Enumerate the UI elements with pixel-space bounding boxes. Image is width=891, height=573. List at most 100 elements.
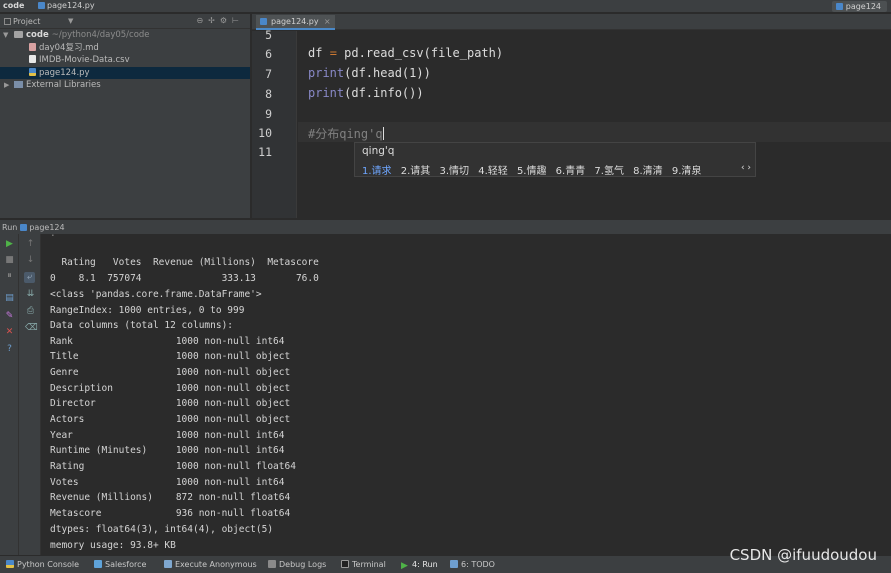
tree-item-label: page124.py xyxy=(39,67,90,78)
ime-candidate[interactable]: 5.情趣 xyxy=(517,166,547,177)
tool-label: Terminal xyxy=(352,560,386,569)
ime-candidate[interactable]: 8.清清 xyxy=(633,166,663,177)
tool-label: Debug Logs xyxy=(279,560,327,569)
tree-item-csv-file[interactable]: IMDB-Movie-Data.csv xyxy=(0,54,250,67)
run-label: Run xyxy=(2,223,18,232)
line-number: 10 xyxy=(258,126,272,140)
scroll-to-end-icon[interactable]: ⇊ xyxy=(25,289,36,300)
python-file-icon xyxy=(20,224,28,231)
chevron-down-icon[interactable]: ▼ xyxy=(68,17,73,25)
line-number: 5 xyxy=(265,28,272,42)
tree-item-path: ~/python4/day05/code xyxy=(51,30,150,40)
pin-tab-icon[interactable]: ✎ xyxy=(4,311,15,322)
ime-candidate[interactable]: 2.请其 xyxy=(401,166,431,177)
tool-salesforce[interactable]: Salesforce xyxy=(94,560,146,569)
project-toolbar: ⊖✢⚙⊢ xyxy=(196,16,244,25)
code-line: df = pd.read_csv(file_path) xyxy=(308,46,504,60)
tool-label: Execute Anonymous xyxy=(175,560,257,569)
expand-arrow-icon[interactable]: ▼ xyxy=(3,29,8,42)
breadcrumb-file-label: page124.py xyxy=(47,1,95,10)
console-line: 0 8.1 757074 333.13 76.0 xyxy=(50,273,319,284)
tool-label: Salesforce xyxy=(105,560,147,569)
tree-item-code-folder[interactable]: ▼ code ~/python4/day05/code xyxy=(0,29,250,42)
ime-candidate[interactable]: 1.请求 xyxy=(362,166,392,177)
run-console-output[interactable]: . Rating Votes Revenue (Millions) Metasc… xyxy=(41,234,891,555)
clear-all-icon[interactable]: ⌫ xyxy=(25,323,38,334)
code-line: #分布qing'q xyxy=(308,127,384,141)
expand-arrow-icon[interactable]: ▶ xyxy=(4,79,9,92)
console-line: Year 1000 non-null int64 xyxy=(50,430,285,441)
run-tab[interactable]: Run page124 xyxy=(2,223,65,232)
line-number: 7 xyxy=(265,67,272,81)
project-panel-title: Project xyxy=(13,17,41,26)
python-file-icon xyxy=(835,3,843,10)
scroll-down-icon[interactable]: ↓ xyxy=(25,255,36,266)
tool-label: 6: TODO xyxy=(461,560,495,569)
tree-item-py-file[interactable]: page124.py xyxy=(0,66,250,79)
console-line-highlighted: Rating 1000 non-null float64 xyxy=(50,461,296,472)
rerun-icon[interactable]: ▶ xyxy=(4,239,15,250)
ime-candidate[interactable]: 9.清泉 xyxy=(672,166,702,177)
line-number: 9 xyxy=(265,107,272,121)
stop-icon[interactable]: ■ xyxy=(4,255,15,266)
console-line: Rating Votes Revenue (Millions) Metascor… xyxy=(50,257,319,268)
tool-label: 4: Run xyxy=(412,560,438,569)
settings-icon[interactable]: ⚙ xyxy=(220,16,232,25)
console-line: Votes 1000 non-null int64 xyxy=(50,477,285,488)
tree-item-label: code xyxy=(26,30,49,40)
soft-wrap-icon[interactable]: ⤶ xyxy=(24,272,35,283)
editor-tab-bar: page124.py × xyxy=(252,14,891,30)
print-icon[interactable]: ⎙ xyxy=(25,306,36,317)
project-view-selector[interactable]: Project xyxy=(4,17,40,26)
console-line: Genre 1000 non-null object xyxy=(50,367,291,378)
console-line: dtypes: float64(3), int64(4), object(5) xyxy=(50,524,274,535)
current-line-highlight xyxy=(298,122,891,142)
ime-candidate[interactable]: 4.轻轻 xyxy=(478,166,508,177)
line-number: 8 xyxy=(265,87,272,101)
console-line: RangeIndex: 1000 entries, 0 to 999 xyxy=(50,305,245,316)
markdown-file-icon xyxy=(29,42,36,51)
tool-debug-logs[interactable]: Debug Logs xyxy=(268,560,326,569)
tool-execute-anonymous[interactable]: Execute Anonymous xyxy=(164,560,257,569)
python-file-icon xyxy=(29,67,36,76)
restore-layout-icon[interactable]: ▤ xyxy=(4,293,15,304)
debug-logs-icon xyxy=(268,560,276,568)
todo-icon xyxy=(450,560,458,568)
code-editor[interactable]: 5 6 7 8 9 10 11 df = pd.read_csv(file_pa… xyxy=(252,28,891,218)
tab-label: page124.py xyxy=(271,17,319,26)
run-toolbar-secondary: ↑ ↓ ⤶ ⇊ ⎙ ⌫ xyxy=(19,234,41,555)
run-config-selector[interactable]: page124 xyxy=(831,1,887,12)
ime-page-arrows[interactable]: ‹ › xyxy=(741,163,751,173)
line-number: 6 xyxy=(265,47,272,61)
pause-icon[interactable]: ⏸ xyxy=(4,271,15,282)
scroll-from-source-icon[interactable]: ✢ xyxy=(208,16,220,25)
console-line: Director 1000 non-null object xyxy=(50,398,291,409)
hide-icon[interactable]: ⊢ xyxy=(232,16,244,25)
tree-item-label: day04复习.md xyxy=(39,42,99,53)
ime-candidate[interactable]: 7.氢气 xyxy=(594,166,624,177)
collapse-icon[interactable]: ⊖ xyxy=(196,16,208,25)
tool-run[interactable]: ▶ 4: Run xyxy=(401,560,438,571)
close-icon[interactable]: × xyxy=(324,15,331,28)
close-run-icon[interactable]: ✕ xyxy=(4,327,15,338)
folder-icon xyxy=(14,31,23,38)
ime-candidate[interactable]: 6.青青 xyxy=(556,166,586,177)
tree-item-md-file[interactable]: day04复习.md xyxy=(0,42,250,55)
run-panel-header: Run page124 xyxy=(0,219,891,234)
scroll-up-icon[interactable]: ↑ xyxy=(25,239,36,250)
ime-candidate[interactable]: 3.情切 xyxy=(439,166,469,177)
console-line: Metascore 936 non-null float64 xyxy=(50,508,291,519)
project-name[interactable]: code xyxy=(3,1,24,10)
tree-item-external-libraries[interactable]: ▶ External Libraries xyxy=(0,79,250,92)
console-line: Runtime (Minutes) 1000 non-null int64 xyxy=(50,445,285,456)
tool-todo[interactable]: 6: TODO xyxy=(450,560,495,569)
tool-terminal[interactable]: Terminal xyxy=(341,560,386,569)
help-icon[interactable]: ? xyxy=(4,344,15,355)
tool-label: Python Console xyxy=(17,560,80,569)
ime-candidate-list: 1.请求 2.请其 3.情切 4.轻轻 5.情趣 6.青青 7.氢气 8.清清 … xyxy=(362,162,707,177)
breadcrumb-file[interactable]: page124.py xyxy=(38,1,95,10)
console-line-clipped: . xyxy=(50,234,56,239)
console-line: memory usage: 93.8+ KB xyxy=(50,540,176,551)
console-line: Description 1000 non-null object xyxy=(50,383,291,394)
tool-python-console[interactable]: Python Console xyxy=(6,560,79,569)
